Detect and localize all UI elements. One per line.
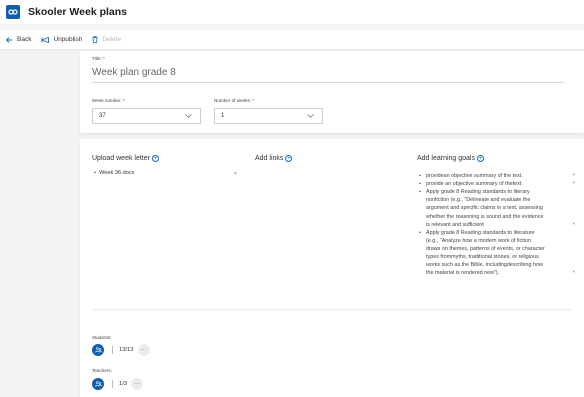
delete-button[interactable]: Delete bbox=[92, 36, 121, 43]
number-of-weeks-value: 1 bbox=[221, 113, 225, 119]
more-icon: ··· bbox=[134, 381, 141, 387]
remove-goal-icon[interactable]: × bbox=[572, 221, 575, 228]
remove-file-icon[interactable]: × bbox=[234, 171, 237, 177]
learning-goal-text: whether the reasoning is sound and the e… bbox=[426, 213, 544, 220]
bullet-icon: • bbox=[419, 229, 421, 236]
add-file-plus-icon[interactable]: + bbox=[151, 155, 159, 162]
file-name: Week 36.docx bbox=[99, 170, 135, 176]
command-bar: Back Unpublish Delete bbox=[0, 30, 584, 50]
add-goal-plus-icon[interactable]: + bbox=[477, 155, 484, 162]
chevron-down-icon bbox=[185, 114, 192, 118]
remove-goal-icon[interactable]: × bbox=[572, 172, 575, 179]
teachers-row: 1/3 ··· bbox=[92, 378, 144, 390]
section-divider bbox=[92, 309, 572, 310]
back-button[interactable]: Back bbox=[6, 36, 31, 43]
chevron-down-icon bbox=[307, 114, 314, 118]
learning-goal-item[interactable]: • provide an objective summary of thetext… bbox=[417, 180, 577, 188]
learning-goal-text: argument and specific claims in a text, … bbox=[426, 205, 543, 212]
learning-goal-text: draws on themes, patterns of events, or … bbox=[426, 245, 545, 252]
week-number-label: Week number: * bbox=[92, 98, 125, 103]
add-learning-goals-label: Add learning goals bbox=[417, 155, 475, 162]
more-icon: ··· bbox=[140, 347, 147, 353]
students-row: 13/13 ··· bbox=[92, 344, 150, 356]
add-link-plus-icon[interactable]: + bbox=[285, 155, 293, 162]
learning-goal-text: provide an objective summary of thetext. bbox=[426, 181, 523, 188]
learning-goals-list: • providean objective summary of the text… bbox=[417, 172, 577, 277]
learning-goal-text: nonfiction (e.g., "Delineate and evaluat… bbox=[426, 197, 531, 204]
bullet-icon: • bbox=[419, 189, 421, 196]
students-label: Students: bbox=[92, 335, 112, 340]
skooler-logo-icon bbox=[6, 5, 20, 19]
back-label: Back bbox=[17, 36, 32, 43]
learning-goal-text: types frommyths, traditional stories, or… bbox=[426, 254, 539, 261]
remove-goal-icon[interactable]: × bbox=[572, 269, 575, 276]
learning-goal-text: Apply grade 8 Reading standards to liter… bbox=[426, 229, 535, 236]
teachers-more-button[interactable]: ··· bbox=[131, 378, 144, 390]
plan-details-card: Title: * Week plan grade 8 Week number: … bbox=[80, 51, 584, 133]
students-count: 13/13 bbox=[119, 347, 134, 353]
learning-goal-text: works such as the Bible, includingdescri… bbox=[426, 262, 543, 269]
week-number-value: 37 bbox=[99, 113, 106, 119]
learning-goal-text: the material is rendered new"). bbox=[426, 270, 500, 277]
teachers-group-icon[interactable] bbox=[92, 378, 104, 390]
unpublish-label: Unpublish bbox=[53, 36, 83, 43]
teachers-label: Teachers: bbox=[92, 368, 112, 373]
file-item[interactable]: • Week 36.docx bbox=[94, 170, 134, 176]
learning-goal-item[interactable]: • providean objective summary of the text… bbox=[417, 172, 577, 180]
week-number-select[interactable]: 37 bbox=[92, 108, 201, 124]
learning-goal-text: (e.g., "Analyze how a modern work of fic… bbox=[426, 237, 531, 244]
add-links-header: Add links + bbox=[255, 155, 293, 162]
teachers-count: 1/3 bbox=[119, 381, 128, 387]
learning-goal-text: is relevant and sufficient bbox=[426, 221, 484, 228]
title-label: Title: * bbox=[92, 56, 105, 61]
add-links-label: Add links bbox=[255, 155, 284, 162]
upload-week-letter-header: Upload week letter + bbox=[92, 155, 159, 162]
unpublish-button[interactable]: Unpublish bbox=[41, 36, 82, 43]
learning-goal-text: providean objective summary of the text. bbox=[426, 173, 523, 179]
separator bbox=[112, 380, 113, 388]
upload-week-letter-label: Upload week letter bbox=[92, 155, 150, 162]
plan-content-card: Upload week letter + Add links + Add lea… bbox=[80, 139, 584, 397]
students-more-button[interactable]: ··· bbox=[137, 344, 150, 356]
bullet-icon: • bbox=[419, 181, 421, 188]
students-group-icon[interactable] bbox=[92, 344, 104, 356]
app-title: Skooler Week plans bbox=[28, 6, 128, 18]
bullet-icon: • bbox=[419, 173, 421, 179]
number-of-weeks-label: Number of weeks: * bbox=[214, 98, 255, 103]
delete-label: Delete bbox=[102, 36, 122, 43]
title-underline bbox=[92, 82, 564, 83]
learning-goal-item[interactable]: • Apply grade 8 Reading standards to lite… bbox=[417, 229, 577, 278]
learning-goal-text: Apply grade 8 Reading standards to liter… bbox=[426, 189, 530, 196]
number-of-weeks-select[interactable]: 1 bbox=[214, 108, 323, 124]
add-learning-goals-header: Add learning goals + bbox=[417, 155, 484, 162]
learning-goal-item[interactable]: • Apply grade 8 Reading standards to lite… bbox=[417, 188, 577, 229]
remove-goal-icon[interactable]: × bbox=[572, 180, 575, 187]
back-arrow-icon bbox=[6, 36, 13, 43]
separator bbox=[112, 346, 113, 354]
title-input[interactable]: Week plan grade 8 bbox=[92, 67, 176, 78]
trash-icon bbox=[92, 36, 98, 43]
app-header: Skooler Week plans bbox=[0, 0, 584, 24]
unpublish-icon bbox=[41, 36, 50, 43]
